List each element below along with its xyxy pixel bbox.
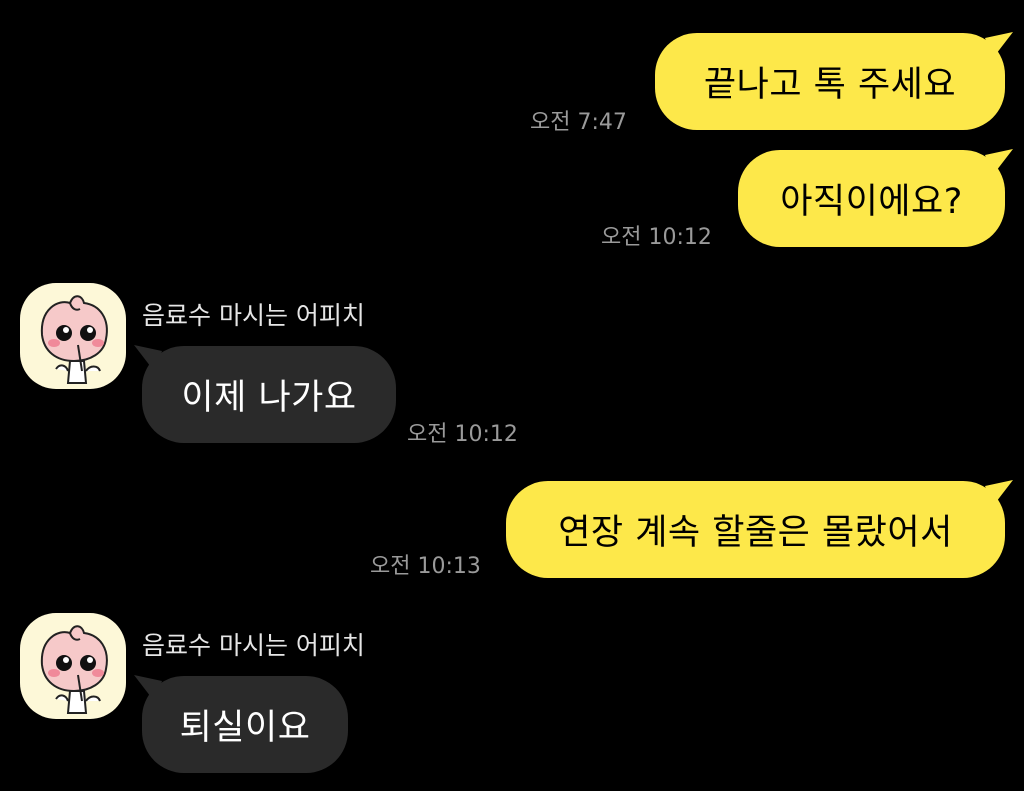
bubble-tail	[985, 32, 1013, 58]
my-message-bubble[interactable]: 아직이에요?	[738, 150, 1005, 247]
their-message-bubble[interactable]: 이제 나가요	[142, 346, 396, 443]
bubble-tail	[134, 675, 162, 701]
apeach-drinking-icon	[40, 625, 108, 714]
chat-room: 끝나고 톡 주세요 오전 7:47 아직이에요? 오전 10:12 음료수 마시…	[0, 0, 1024, 791]
bubble-tail	[134, 345, 162, 371]
message-time: 오전 10:12	[407, 422, 518, 447]
message-text: 아직이에요?	[780, 182, 963, 222]
message-time: 오전 10:12	[601, 225, 712, 250]
bubble-tail	[985, 149, 1013, 175]
sender-avatar[interactable]	[20, 613, 126, 719]
message-time: 오전 7:47	[530, 110, 627, 135]
message-text: 퇴실이요	[179, 708, 311, 748]
message-text: 이제 나가요	[181, 378, 357, 418]
message-text: 끝나고 톡 주세요	[703, 65, 957, 105]
my-message-bubble[interactable]: 끝나고 톡 주세요	[655, 33, 1005, 130]
apeach-drinking-icon	[40, 295, 108, 384]
my-message-bubble[interactable]: 연장 계속 할줄은 몰랐어서	[506, 481, 1005, 578]
message-text: 연장 계속 할줄은 몰랐어서	[558, 513, 953, 553]
sender-name: 음료수 마시는 어피치	[142, 631, 365, 660]
message-time: 오전 10:13	[370, 554, 481, 579]
their-message-bubble[interactable]: 퇴실이요	[142, 676, 348, 773]
bubble-tail	[985, 480, 1013, 506]
sender-avatar[interactable]	[20, 283, 126, 389]
sender-name: 음료수 마시는 어피치	[142, 301, 365, 330]
